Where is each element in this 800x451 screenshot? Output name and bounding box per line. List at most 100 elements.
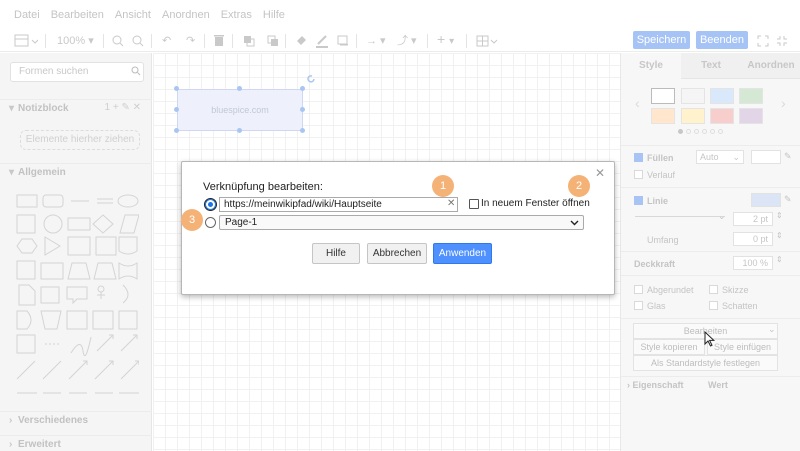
fullscreen-icon[interactable] bbox=[757, 33, 769, 49]
style-swatch[interactable] bbox=[739, 88, 763, 104]
collapse-icon[interactable] bbox=[776, 33, 788, 49]
stepper-icon[interactable]: ⇕ bbox=[776, 255, 783, 264]
fill-color-picker[interactable] bbox=[751, 150, 781, 164]
chevron-left-icon[interactable]: ‹ bbox=[635, 95, 640, 111]
clear-icon[interactable]: ✕ bbox=[447, 198, 455, 209]
waypoints-icon[interactable]: ⤴ ▾ bbox=[397, 33, 417, 49]
style-swatch[interactable] bbox=[710, 108, 734, 124]
rounded-label: Abgerundet bbox=[647, 285, 694, 295]
resize-handle[interactable] bbox=[300, 107, 305, 112]
menu-view[interactable]: Ansicht bbox=[115, 9, 151, 21]
opacity-field[interactable]: 100 % bbox=[733, 256, 773, 270]
gradient-checkbox[interactable] bbox=[634, 170, 643, 179]
tab-text[interactable]: Text bbox=[681, 53, 741, 79]
notepad-actions[interactable]: 1 + ✎ ✕ bbox=[105, 102, 142, 113]
shadow-icon[interactable] bbox=[337, 33, 349, 49]
apply-button[interactable]: Anwenden bbox=[433, 243, 492, 264]
resize-handle[interactable] bbox=[300, 128, 305, 133]
undo-icon[interactable]: ↶ bbox=[162, 33, 171, 49]
view-panels-icon[interactable] bbox=[14, 33, 38, 49]
insert-icon[interactable]: + ▾ bbox=[437, 31, 454, 50]
general-shapes-grid[interactable] bbox=[15, 193, 139, 403]
zoom-level[interactable]: 100% ▾ bbox=[57, 33, 94, 49]
pencil-icon[interactable]: ✎ bbox=[784, 194, 792, 205]
pencil-icon[interactable]: ✎ bbox=[784, 151, 792, 162]
section-verschiedenes[interactable]: › Verschiedenes bbox=[0, 411, 152, 429]
fill-checkbox[interactable] bbox=[634, 153, 643, 162]
resize-handle[interactable] bbox=[237, 86, 242, 91]
page-radio[interactable] bbox=[205, 217, 216, 228]
line-pattern[interactable] bbox=[635, 216, 725, 217]
stepper-icon[interactable]: ⇕ bbox=[776, 231, 783, 240]
menu-file[interactable]: Datei bbox=[14, 9, 40, 21]
connection-icon[interactable]: → ▾ bbox=[366, 33, 386, 49]
resize-handle[interactable] bbox=[174, 107, 179, 112]
menu-extras[interactable]: Extras bbox=[221, 9, 252, 21]
perimeter-label: Umfang bbox=[647, 235, 679, 245]
shadow-label: Schatten bbox=[722, 301, 758, 311]
perimeter-field[interactable]: 0 pt bbox=[733, 232, 773, 246]
tab-style[interactable]: Style bbox=[621, 53, 681, 79]
sketch-checkbox[interactable] bbox=[709, 285, 718, 294]
line-color-icon[interactable] bbox=[316, 33, 328, 49]
delete-icon[interactable] bbox=[214, 33, 224, 49]
menu-help[interactable]: Hilfe bbox=[263, 9, 285, 21]
cancel-button[interactable]: Abbrechen bbox=[367, 243, 427, 264]
chevron-down-icon[interactable]: ⌄ bbox=[718, 211, 726, 222]
table-icon[interactable] bbox=[476, 33, 498, 49]
notepad-drop-zone: Elemente hierher ziehen bbox=[20, 130, 140, 150]
zoom-out-icon[interactable] bbox=[132, 33, 144, 49]
menu-arrange[interactable]: Anordnen bbox=[162, 9, 210, 21]
fill-type-select[interactable]: Auto ⌄ bbox=[696, 150, 744, 164]
chevron-down-icon[interactable]: ⌄ bbox=[768, 324, 776, 335]
dialog-title: Verknüpfung bearbeiten: bbox=[203, 181, 323, 193]
resize-handle[interactable] bbox=[174, 86, 179, 91]
tab-arrange[interactable]: Anordnen bbox=[741, 53, 800, 79]
style-swatch[interactable] bbox=[681, 88, 705, 104]
callout-badge-1: 1 bbox=[432, 175, 454, 197]
style-swatch[interactable] bbox=[651, 108, 675, 124]
section-allgemein[interactable]: ▾ Allgemein bbox=[0, 163, 152, 181]
glass-label: Glas bbox=[647, 301, 666, 311]
redo-icon[interactable]: ↷ bbox=[186, 33, 195, 49]
style-swatch[interactable] bbox=[710, 88, 734, 104]
exit-button[interactable]: Beenden bbox=[696, 31, 748, 49]
style-page-dots[interactable] bbox=[678, 129, 723, 134]
fill-label: Füllen bbox=[647, 153, 674, 163]
paste-style-button[interactable]: Style einfügen bbox=[707, 339, 778, 355]
shape-search-input[interactable]: Formen suchen bbox=[10, 62, 144, 82]
resize-handle[interactable] bbox=[237, 128, 242, 133]
line-label: Linie bbox=[647, 196, 669, 206]
selected-shape[interactable]: bluespice.com bbox=[177, 89, 303, 131]
url-radio[interactable] bbox=[204, 198, 217, 211]
rounded-checkbox[interactable] bbox=[634, 285, 643, 294]
line-checkbox[interactable] bbox=[634, 196, 643, 205]
copy-style-button[interactable]: Style kopieren bbox=[633, 339, 705, 355]
line-width-field[interactable]: 2 pt bbox=[733, 212, 773, 226]
chevron-right-icon[interactable]: › bbox=[781, 95, 786, 111]
new-window-checkbox[interactable] bbox=[469, 199, 479, 209]
url-input[interactable]: https://meinwikipfad/wiki/Hauptseite bbox=[219, 197, 458, 212]
set-default-style-button[interactable]: Als Standardstyle festlegen bbox=[633, 355, 778, 371]
fill-color-icon[interactable] bbox=[295, 33, 307, 49]
chevron-down-icon bbox=[570, 220, 579, 226]
page-select[interactable]: Page-1 bbox=[219, 215, 584, 230]
to-front-icon[interactable] bbox=[243, 33, 255, 49]
menu-edit[interactable]: Bearbeiten bbox=[51, 9, 104, 21]
resize-handle[interactable] bbox=[300, 86, 305, 91]
close-icon[interactable]: ✕ bbox=[595, 166, 605, 180]
style-swatch[interactable] bbox=[681, 108, 705, 124]
glass-checkbox[interactable] bbox=[634, 301, 643, 310]
to-back-icon[interactable] bbox=[267, 33, 279, 49]
zoom-in-icon[interactable] bbox=[112, 33, 124, 49]
stepper-icon[interactable]: ⇕ bbox=[776, 211, 783, 220]
style-swatch[interactable] bbox=[739, 108, 763, 124]
help-button[interactable]: Hilfe bbox=[312, 243, 360, 264]
save-button[interactable]: Speichern bbox=[633, 31, 690, 49]
line-color-picker[interactable] bbox=[751, 193, 781, 207]
rotate-handle-icon[interactable] bbox=[306, 74, 316, 84]
style-swatch[interactable] bbox=[651, 88, 675, 104]
shadow-checkbox[interactable] bbox=[709, 301, 718, 310]
resize-handle[interactable] bbox=[174, 128, 179, 133]
section-erweitert[interactable]: › Erweitert bbox=[0, 435, 152, 451]
